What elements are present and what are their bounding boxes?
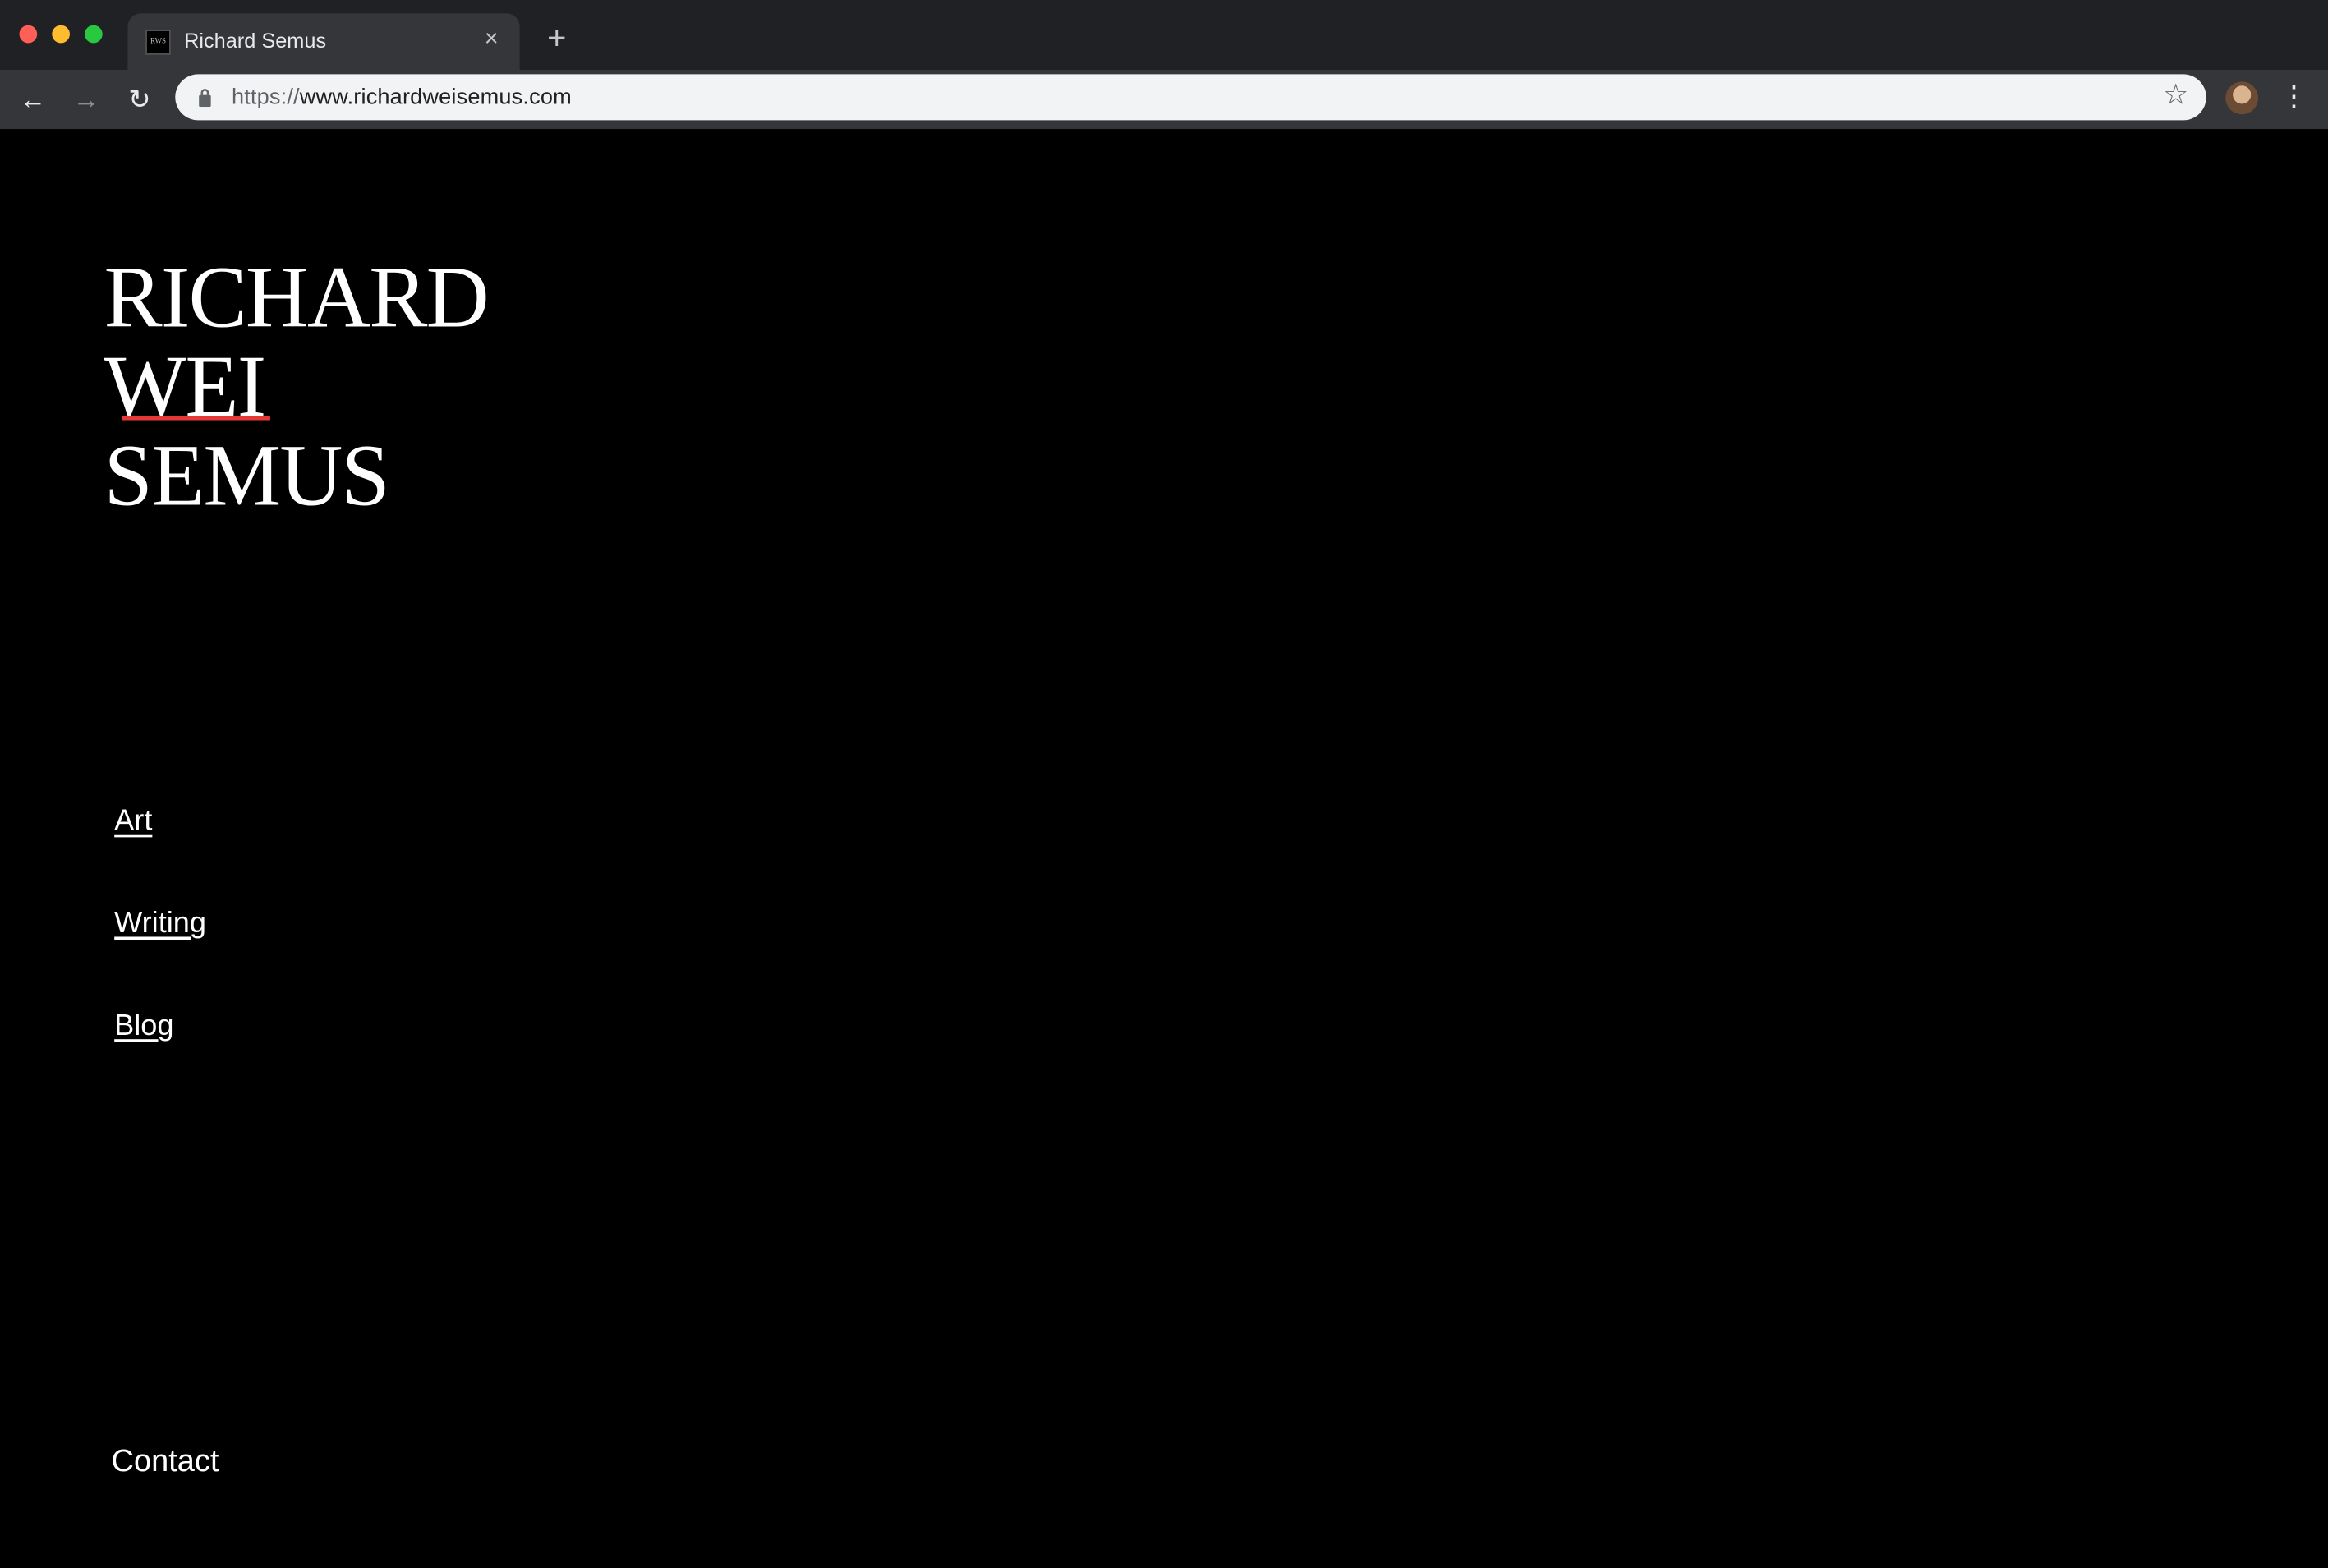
close-window-button[interactable]: [19, 25, 38, 44]
maximize-window-button[interactable]: [85, 25, 103, 44]
address-bar[interactable]: https://www.richardweisemus.com ☆: [175, 74, 2206, 121]
new-tab-icon[interactable]: +: [541, 21, 573, 55]
tab-title: Richard Semus: [184, 28, 327, 53]
site-logo[interactable]: RICHARD WEI SEMUS: [104, 247, 490, 525]
browser-menu-icon[interactable]: ⋮: [2279, 80, 2308, 116]
page-content: RICHARD WEI SEMUS Art Writing Blog Conta…: [0, 129, 2328, 1568]
url-scheme: https://: [231, 85, 300, 110]
profile-avatar-icon[interactable]: [2225, 81, 2259, 115]
logo-underline: [122, 416, 270, 421]
lock-icon: [199, 89, 211, 108]
nav-link-art[interactable]: Art: [114, 805, 152, 839]
nav-link-blog[interactable]: Blog: [114, 1009, 173, 1044]
url-domain: www.richardweisemus.com: [299, 85, 572, 110]
browser-toolbar: ← → ↻ https://www.richardweisemus.com ☆ …: [0, 69, 2328, 130]
browser-window: RWS Richard Semus × + ← → ↻ https://www.…: [0, 0, 2328, 1568]
back-icon[interactable]: ←: [15, 81, 50, 117]
forward-icon[interactable]: →: [68, 81, 104, 117]
browser-tab[interactable]: RWS Richard Semus ×: [127, 13, 520, 70]
tab-close-icon[interactable]: ×: [478, 27, 505, 54]
logo-line-3: SEMUS: [104, 425, 390, 525]
logo-line-1: RICHARD: [104, 247, 490, 347]
nav-link-writing[interactable]: Writing: [114, 907, 206, 941]
url-text: https://www.richardweisemus.com: [232, 85, 572, 110]
browser-titlebar: RWS Richard Semus × +: [0, 0, 2328, 70]
minimize-window-button[interactable]: [52, 25, 70, 44]
favicon-icon: RWS: [145, 30, 171, 55]
bookmark-star-icon[interactable]: ☆: [2163, 80, 2188, 113]
contact-link[interactable]: Contact: [112, 1445, 219, 1480]
reload-icon[interactable]: ↻: [122, 81, 157, 117]
